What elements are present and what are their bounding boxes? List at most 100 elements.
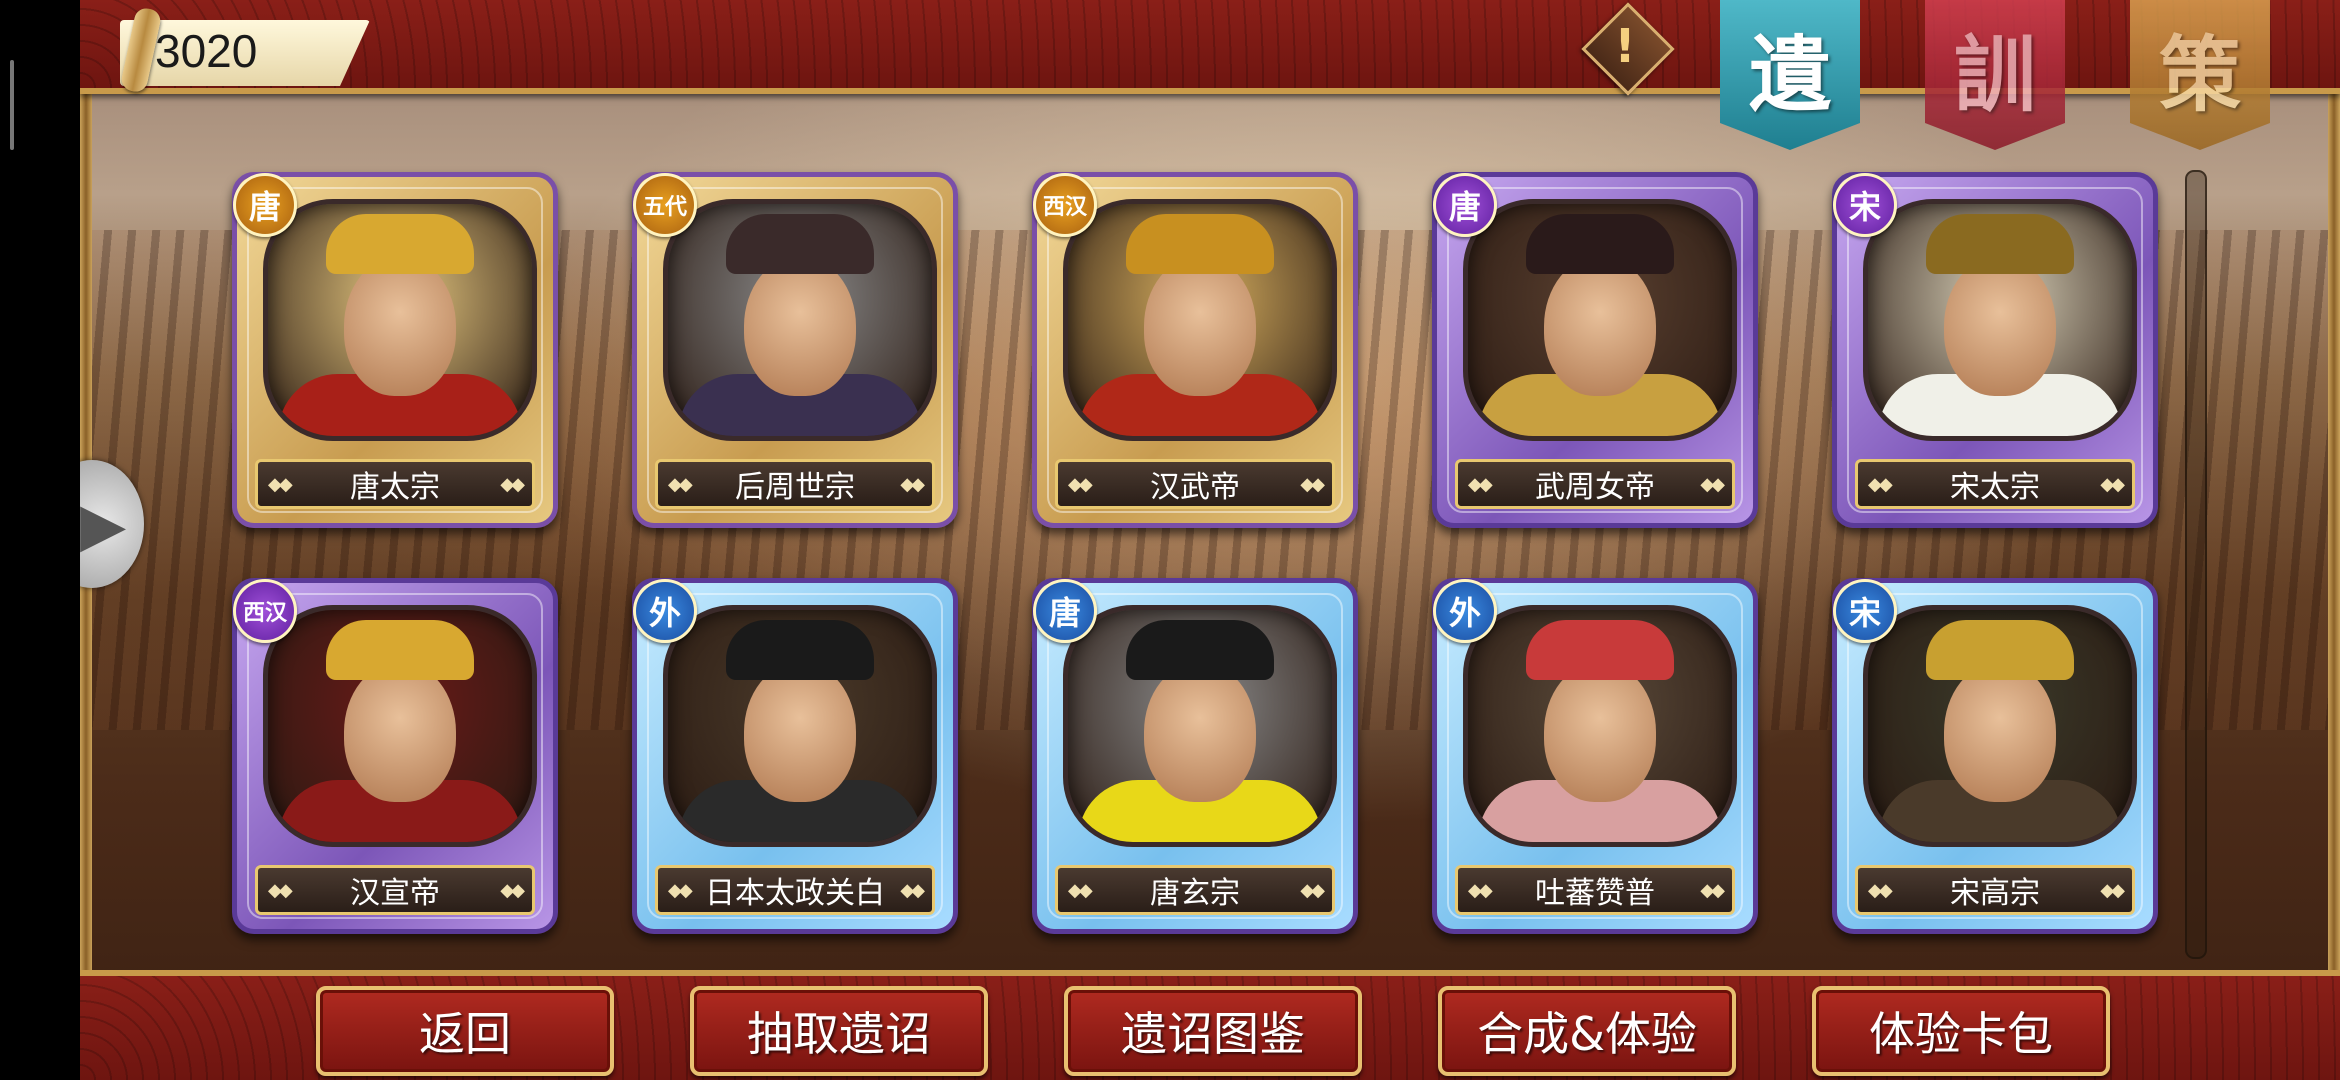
nameplate-ornament-left: ◆◆ [268, 879, 293, 901]
hero-card[interactable]: 唐 ◆◆ 唐玄宗 ◆◆ [1032, 578, 1358, 934]
nameplate-ornament-left: ◆◆ [1468, 473, 1493, 495]
hero-headwear [326, 214, 474, 274]
hero-name: 宋高宗 [1950, 876, 2040, 911]
hero-name: 汉宣帝 [350, 876, 440, 911]
hero-nameplate: ◆◆ 汉宣帝 ◆◆ [255, 865, 535, 915]
hero-face [744, 256, 856, 396]
hero-name: 武周女帝 [1535, 470, 1655, 505]
hero-face [1144, 662, 1256, 802]
tab-ce-banner[interactable]: 策 [2130, 0, 2270, 150]
hero-card[interactable]: 宋 ◆◆ 宋太宗 ◆◆ [1832, 172, 2158, 528]
hero-portrait [263, 199, 537, 441]
dynasty-badge: 五代 [633, 173, 697, 237]
hero-name: 日本太政关白 [705, 876, 885, 911]
hero-portrait [663, 605, 937, 847]
nameplate-ornament-left: ◆◆ [1468, 879, 1493, 901]
hero-nameplate: ◆◆ 宋高宗 ◆◆ [1855, 865, 2135, 915]
hero-portrait [1463, 605, 1737, 847]
nameplate-ornament-left: ◆◆ [668, 473, 693, 495]
hero-portrait [663, 199, 937, 441]
card-list-scrollbar[interactable] [2185, 170, 2207, 959]
hero-nameplate: ◆◆ 唐玄宗 ◆◆ [1055, 865, 1335, 915]
trial-card-pack-button[interactable]: 体验卡包 [1812, 986, 2110, 1076]
frame-right-border [2328, 0, 2340, 1080]
hero-face [1544, 662, 1656, 802]
dynasty-badge: 宋 [1833, 579, 1897, 643]
hero-nameplate: ◆◆ 汉武帝 ◆◆ [1055, 459, 1335, 509]
dynasty-badge: 西汉 [233, 579, 297, 643]
hero-nameplate: ◆◆ 唐太宗 ◆◆ [255, 459, 535, 509]
hero-nameplate: ◆◆ 武周女帝 ◆◆ [1455, 459, 1735, 509]
hero-name: 后周世宗 [735, 470, 855, 505]
hero-portrait [263, 605, 537, 847]
hero-card[interactable]: 唐 ◆◆ 唐太宗 ◆◆ [232, 172, 558, 528]
nameplate-ornament-right: ◆◆ [2100, 473, 2125, 495]
hero-name: 汉武帝 [1150, 470, 1240, 505]
tab-yi-banner[interactable]: 遺 [1720, 0, 1860, 150]
nameplate-ornament-right: ◆◆ [500, 879, 525, 901]
hero-headwear [1926, 620, 2074, 680]
hero-card[interactable]: 西汉 ◆◆ 汉宣帝 ◆◆ [232, 578, 558, 934]
hero-headwear [1926, 214, 2074, 274]
synthesize-experience-button[interactable]: 合成&体验 [1438, 986, 1736, 1076]
hero-face [1944, 256, 2056, 396]
hero-card[interactable]: 外 ◆◆ 日本太政关白 ◆◆ [632, 578, 958, 934]
alert-icon: ! [1614, 19, 1636, 73]
back-button[interactable]: 返回 [316, 986, 614, 1076]
nameplate-ornament-left: ◆◆ [668, 879, 693, 901]
status-bar-edge [10, 60, 14, 150]
hero-face [1944, 662, 2056, 802]
hero-face [344, 256, 456, 396]
dynasty-badge: 宋 [1833, 173, 1897, 237]
hero-headwear [1526, 620, 1674, 680]
hero-card[interactable]: 外 ◆◆ 吐蕃赞普 ◆◆ [1432, 578, 1758, 934]
game-screen: 3020 ! 遺 訓 策 ▶ 唐 ◆◆ 唐太宗 ◆◆ 五代 ◆◆ 后周世宗 ◆◆ 西汉 ◆◆ 汉武帝… [0, 0, 2340, 1080]
dynasty-badge: 外 [1433, 579, 1497, 643]
dynasty-badge: 唐 [1433, 173, 1497, 237]
nameplate-ornament-left: ◆◆ [1868, 473, 1893, 495]
hero-headwear [1126, 214, 1274, 274]
hero-portrait [1463, 199, 1737, 441]
hero-name: 唐玄宗 [1150, 876, 1240, 911]
hero-nameplate: ◆◆ 日本太政关白 ◆◆ [655, 865, 935, 915]
hero-face [744, 662, 856, 802]
currency-value: 3020 [155, 25, 258, 77]
nameplate-ornament-right: ◆◆ [2100, 879, 2125, 901]
game-view: 3020 ! 遺 訓 策 ▶ 唐 ◆◆ 唐太宗 ◆◆ 五代 ◆◆ 后周世宗 ◆◆ 西汉 ◆◆ 汉武帝… [80, 0, 2340, 1080]
hero-portrait [1063, 605, 1337, 847]
nameplate-ornament-left: ◆◆ [1868, 879, 1893, 901]
nameplate-ornament-right: ◆◆ [1700, 473, 1725, 495]
tab-xun-banner[interactable]: 訓 [1925, 0, 2065, 150]
nameplate-ornament-right: ◆◆ [900, 879, 925, 901]
hero-headwear [726, 620, 874, 680]
dynasty-badge: 唐 [1033, 579, 1097, 643]
hero-headwear [1526, 214, 1674, 274]
nameplate-ornament-left: ◆◆ [268, 473, 293, 495]
hero-face [344, 662, 456, 802]
hero-nameplate: ◆◆ 吐蕃赞普 ◆◆ [1455, 865, 1735, 915]
nameplate-ornament-left: ◆◆ [1068, 473, 1093, 495]
hero-card[interactable]: 宋 ◆◆ 宋高宗 ◆◆ [1832, 578, 2158, 934]
nameplate-ornament-right: ◆◆ [1300, 473, 1325, 495]
hero-nameplate: ◆◆ 后周世宗 ◆◆ [655, 459, 935, 509]
edict-gallery-button[interactable]: 遗诏图鉴 [1064, 986, 1362, 1076]
hero-headwear [726, 214, 874, 274]
nameplate-ornament-right: ◆◆ [1300, 879, 1325, 901]
hero-name: 唐太宗 [350, 470, 440, 505]
nameplate-ornament-right: ◆◆ [1700, 879, 1725, 901]
dynasty-badge: 唐 [233, 173, 297, 237]
hero-portrait [1063, 199, 1337, 441]
dynasty-badge: 西汉 [1033, 173, 1097, 237]
hero-card[interactable]: 西汉 ◆◆ 汉武帝 ◆◆ [1032, 172, 1358, 528]
hero-face [1544, 256, 1656, 396]
hero-name: 吐蕃赞普 [1535, 876, 1655, 911]
nameplate-ornament-right: ◆◆ [500, 473, 525, 495]
hero-nameplate: ◆◆ 宋太宗 ◆◆ [1855, 459, 2135, 509]
hero-headwear [1126, 620, 1274, 680]
hero-name: 宋太宗 [1950, 470, 2040, 505]
hero-card[interactable]: 五代 ◆◆ 后周世宗 ◆◆ [632, 172, 958, 528]
nameplate-ornament-left: ◆◆ [1068, 879, 1093, 901]
nameplate-ornament-right: ◆◆ [900, 473, 925, 495]
hero-card[interactable]: 唐 ◆◆ 武周女帝 ◆◆ [1432, 172, 1758, 528]
draw-edict-button[interactable]: 抽取遗诏 [690, 986, 988, 1076]
